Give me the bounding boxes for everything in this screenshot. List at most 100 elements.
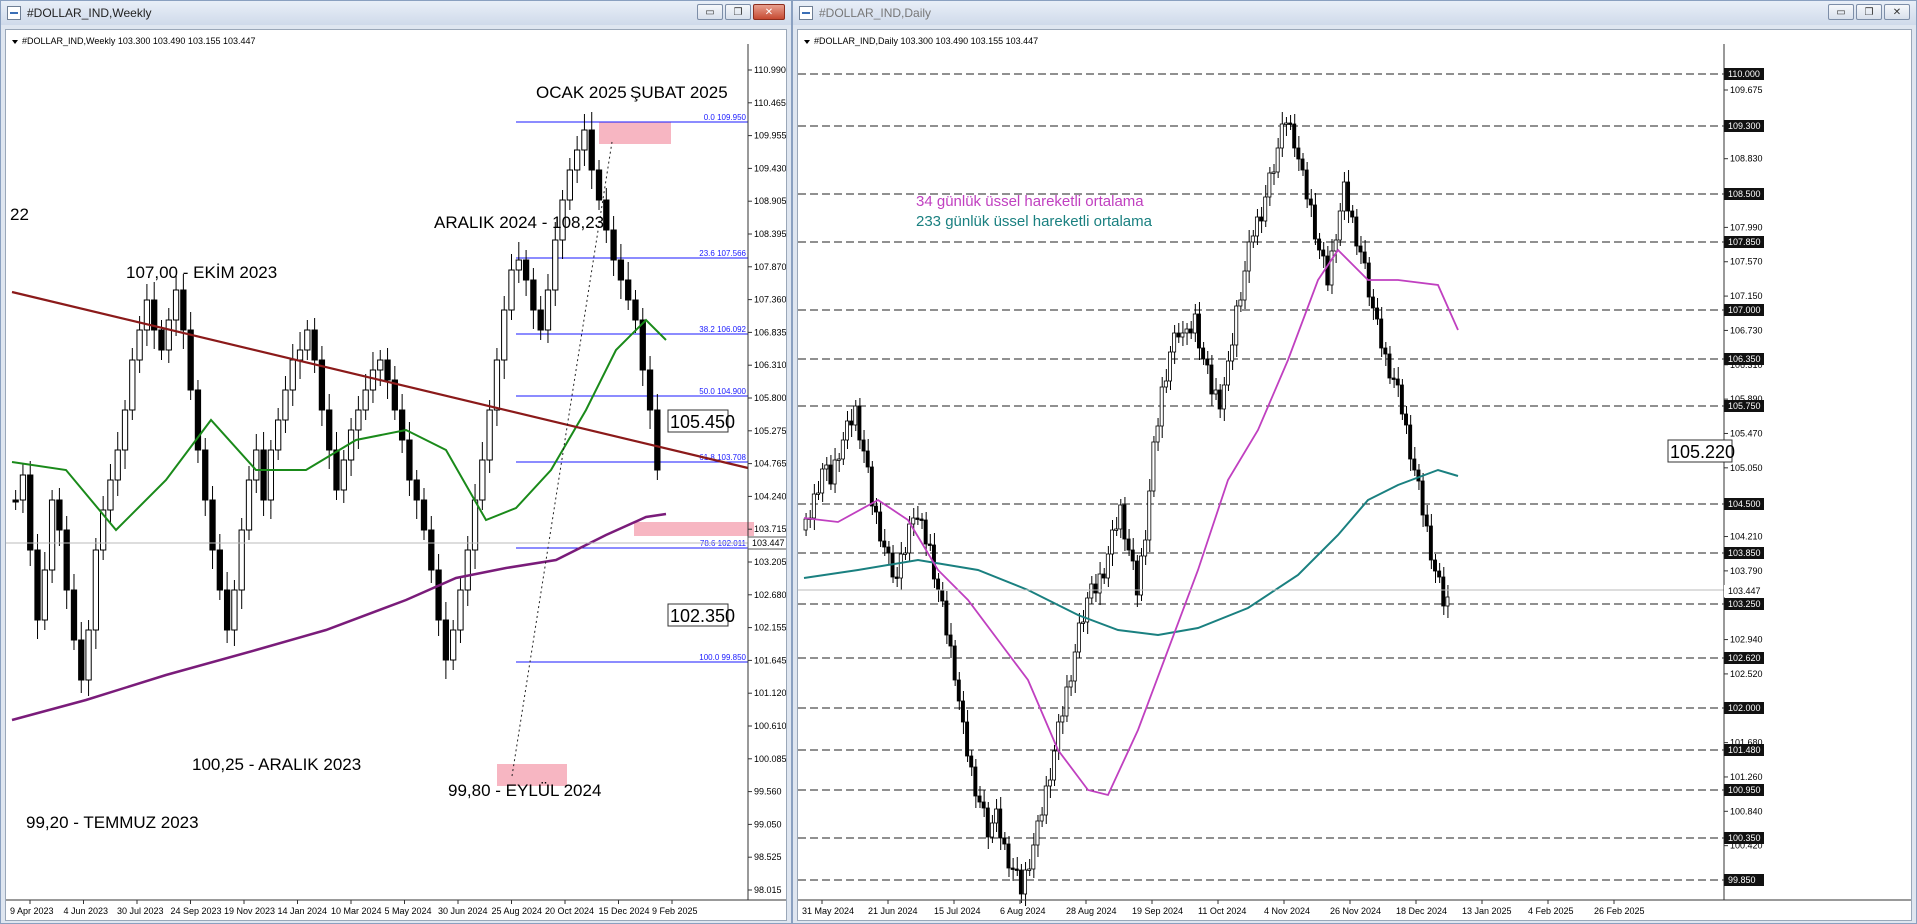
candle-body — [1283, 122, 1288, 125]
candle-body — [1081, 621, 1085, 624]
candle-body — [915, 517, 920, 520]
price-label: 103.447 — [752, 538, 785, 548]
candle-body — [1308, 198, 1313, 206]
chart-window-icon — [799, 6, 813, 20]
y-tick-label: 102.940 — [1730, 635, 1763, 645]
candle-body — [617, 259, 625, 281]
restore-button[interactable]: ❐ — [725, 4, 751, 20]
daily-y-ticks: 109.675109.255108.830108.410107.990107.5… — [1724, 85, 1763, 885]
candle-body — [1072, 651, 1077, 682]
candle-body — [1213, 389, 1218, 395]
candle-body — [573, 149, 581, 171]
fib-label: 38.2 106.092 — [699, 325, 746, 334]
boxed-value: 105.220 — [1670, 442, 1735, 462]
candle-body — [479, 459, 486, 501]
x-tick-label: 26 Nov 2024 — [1330, 906, 1381, 916]
y-tick-label: 101.645 — [754, 655, 787, 665]
x-tick-label: 15 Jul 2024 — [934, 906, 981, 916]
candle-body — [849, 420, 854, 426]
minimize-button[interactable]: ▭ — [1828, 4, 1854, 20]
weekly-y-ticks: 110.990 110.465 109.955 109.430 108.905 108.3… — [748, 65, 787, 895]
y-tick-label: 108.395 — [754, 229, 787, 239]
candle-body — [1209, 364, 1214, 395]
candle-body — [282, 389, 289, 421]
candle-body — [1006, 843, 1011, 869]
candle-body — [1180, 332, 1185, 338]
y-tick-label: 107.150 — [1730, 291, 1763, 301]
candle-body — [1201, 347, 1206, 360]
close-button[interactable]: ✕ — [1884, 4, 1910, 20]
level-label: 107.850 — [1728, 237, 1761, 247]
candle-body — [1370, 296, 1375, 309]
y-tick-label: 100.085 — [754, 754, 787, 764]
candle-body — [1238, 299, 1243, 307]
y-tick-label: 110.465 — [754, 98, 786, 108]
candle-body — [989, 822, 994, 838]
candle-body — [911, 517, 916, 525]
weekly-window-title: #DOLLAR_IND,Weekly — [27, 6, 152, 20]
subat-2025-label: ŞUBAT 2025 — [630, 83, 728, 102]
candle-body — [515, 259, 522, 271]
candle-body — [1325, 255, 1330, 286]
y-tick-label: 102.680 — [754, 590, 787, 600]
x-tick-label: 6 Aug 2024 — [1000, 906, 1046, 916]
candle-body — [654, 409, 661, 471]
candle-body — [1147, 490, 1152, 541]
y-tick-label: 109.675 — [1730, 85, 1763, 95]
candle-body — [1358, 245, 1363, 253]
x-tick-label: 10 Mar 2024 — [331, 906, 382, 916]
restore-button[interactable]: ❐ — [1856, 4, 1882, 20]
candle-body — [1254, 216, 1259, 237]
weekly-candles — [12, 112, 661, 696]
fib-label: 23.6 107.566 — [699, 249, 746, 258]
daily-level-labels: 110.000 109.300 108.500 107.850 107.000 106.3… — [1724, 68, 1764, 886]
candle-body — [1346, 181, 1351, 212]
candle-body — [981, 801, 986, 809]
candle-body — [985, 807, 990, 838]
candle-body — [1333, 239, 1338, 252]
candle-body — [223, 589, 231, 631]
boxed-value-1: 105.450 — [670, 412, 735, 432]
zone-top — [599, 122, 671, 144]
y-tick-label: 106.730 — [1730, 325, 1763, 335]
daily-window-titlebar[interactable]: #DOLLAR_IND,Daily ▭ ❐ ✕ — [793, 1, 1916, 25]
daily-chart-area[interactable]: 109.675109.255108.830108.410107.990107.5… — [797, 29, 1912, 921]
candle-body — [646, 369, 654, 411]
weekly-chart-area[interactable]: 0.0 109.950 23.6 107.566 38.2 106.092 50.0 … — [5, 29, 787, 921]
candle-body — [944, 600, 949, 636]
candle-body — [1014, 868, 1019, 871]
close-button[interactable]: ✕ — [753, 4, 785, 20]
y-tick-label: 105.050 — [1730, 463, 1763, 473]
candle-body — [1068, 680, 1073, 688]
candle-body — [902, 552, 907, 555]
eylul-2024-label: 99,80 - EYLÜL 2024 — [448, 781, 601, 800]
candle-body — [216, 549, 223, 591]
candle-body — [245, 479, 253, 531]
y-tick-label: 107.870 — [754, 262, 787, 272]
candle-body — [493, 359, 501, 411]
daily-chart-window[interactable]: #DOLLAR_IND,Daily ▭ ❐ ✕ 109.675109.25510… — [792, 0, 1917, 924]
candle-body — [1184, 328, 1189, 334]
x-tick-label: 9 Apr 2023 — [10, 906, 54, 916]
x-tick-label: 14 Jan 2024 — [278, 906, 328, 916]
candle-body — [1441, 576, 1446, 607]
candle-body — [1428, 525, 1433, 561]
candle-body — [1039, 814, 1044, 822]
daily-chart-svg[interactable]: 109.675109.255108.830108.410107.990107.5… — [798, 30, 1912, 921]
candle-body — [1188, 328, 1193, 334]
candle-body — [275, 419, 282, 451]
info-dropdown-icon[interactable] — [804, 40, 810, 44]
candle-body — [508, 269, 515, 311]
minimize-button[interactable]: ▭ — [697, 4, 723, 20]
candle-body — [253, 449, 260, 481]
fibonacci-levels: 0.0 109.950 23.6 107.566 38.2 106.092 50.0 … — [516, 113, 748, 663]
candle-body — [34, 549, 41, 621]
info-dropdown-icon[interactable] — [12, 40, 18, 44]
candle-body — [304, 329, 311, 351]
weekly-chart-svg[interactable]: 0.0 109.950 23.6 107.566 38.2 106.092 50.0 … — [6, 30, 787, 921]
weekly-chart-window[interactable]: #DOLLAR_IND,Weekly ▭ ❐ ✕ 0.0 109.950 23.6… — [0, 0, 792, 924]
level-label: 103.447 — [1728, 586, 1761, 596]
candle-body — [340, 459, 347, 491]
y-tick-label: 105.275 — [754, 426, 787, 436]
weekly-window-titlebar[interactable]: #DOLLAR_IND,Weekly ▭ ❐ ✕ — [1, 1, 791, 25]
